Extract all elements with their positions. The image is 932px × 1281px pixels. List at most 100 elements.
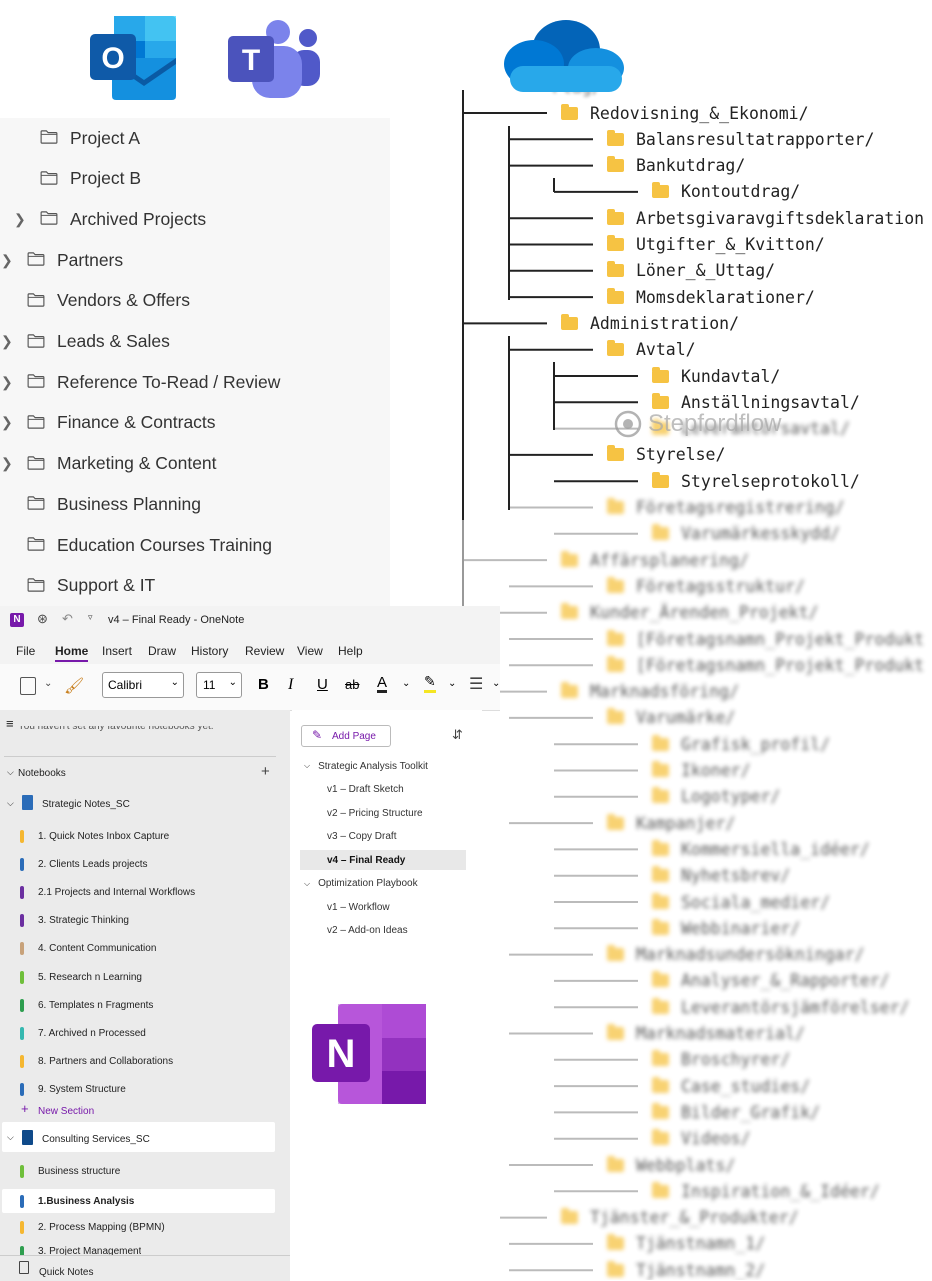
font-size-select[interactable]: 11 ⌄ [196,672,242,698]
folder-item[interactable]: Project B [0,159,390,199]
highlight-icon[interactable]: ✎ [424,674,436,693]
highlight-dropdown-icon[interactable]: ⌄ [448,678,456,689]
menu-home[interactable]: Home [55,644,89,662]
tree-folder-item[interactable]: Löner_&_Uttag/ [607,258,775,284]
add-page-button[interactable]: ✎ Add Page [301,725,391,747]
folder-item[interactable]: ❯ Partners [0,240,390,280]
tree-folder-item[interactable]: Webbplats/ [607,1152,735,1178]
paste-icon[interactable] [20,677,36,695]
section-item[interactable]: 2.1 Projects and Internal Workflows [20,882,195,902]
tree-folder-item[interactable]: Kampanjer/ [607,810,735,836]
font-color-dropdown-icon[interactable]: ⌄ [402,678,410,689]
tree-folder-item[interactable]: Tjänster_&_Produkter/ [561,1205,799,1231]
bullets-icon[interactable]: ☰ [469,674,483,693]
chevron-down-icon[interactable]: ⌵ [304,761,310,771]
chevron-right-icon[interactable]: ❯ [1,333,13,350]
tree-folder-item[interactable]: Redovisning_&_Ekonomi/ [561,100,809,126]
page-group[interactable]: ⌵ Strategic Analysis Toolkit [304,756,428,776]
folder-item[interactable]: ❯ Finance & Contracts [0,403,390,443]
tree-folder-item[interactable]: Analyser_&_Rapporter/ [652,968,890,994]
tree-folder-item[interactable]: Styrelse/ [607,442,725,468]
section-item[interactable]: 9. System Structure [20,1080,126,1100]
font-color-icon[interactable]: A [377,675,388,693]
tree-folder-item[interactable]: Broschyrer/ [652,1047,790,1073]
folder-item[interactable]: Support & IT [0,566,390,606]
tree-folder-item[interactable]: Marknadsundersökningar/ [607,942,864,968]
section-item[interactable]: 7. Archived n Processed [20,1023,146,1043]
sort-pages-icon[interactable]: ⇵ [452,727,463,743]
folder-item[interactable]: ❯ Reference To-Read / Review [0,362,390,402]
menu-help[interactable]: Help [338,644,363,658]
folder-item[interactable]: Vendors & Offers [0,281,390,321]
tree-folder-item[interactable]: Styrelseprotokoll/ [652,468,860,494]
strikethrough-icon[interactable]: ab [345,677,359,692]
tree-folder-item[interactable]: Kontoutdrag/ [652,179,800,205]
section-item[interactable]: Business structure [20,1161,120,1181]
menu-insert[interactable]: Insert [102,644,132,658]
chevron-right-icon[interactable]: ❯ [14,211,26,228]
tree-folder-item[interactable]: Webbinarier/ [652,915,800,941]
section-item[interactable]: 4. Content Communication [20,939,156,959]
tree-folder-item[interactable]: Tjänstnamn_2/ [607,1257,765,1280]
tree-folder-item[interactable]: Företagsregistrering/ [607,495,845,521]
page-item[interactable]: v2 – Add-on Ideas [327,921,408,941]
section-item[interactable]: 6. Templates n Fragments [20,995,153,1015]
bold-icon[interactable]: B [258,676,269,693]
page-item[interactable]: v1 – Workflow [327,897,390,917]
tree-folder-item[interactable]: [Företagsnamn_Projekt_Produkt [607,626,924,652]
section-item[interactable]: 3. Strategic Thinking [20,911,129,931]
tree-folder-item[interactable]: Balansresultatrapporter/ [607,126,874,152]
tree-folder-item[interactable]: Företagsstruktur/ [607,573,805,599]
tree-folder-item[interactable]: Inspiration_&_Idéer/ [652,1178,880,1204]
tree-folder-item[interactable]: Momsdeklarationer/ [607,284,815,310]
tree-folder-item[interactable]: Utgifter_&_Kvitton/ [607,232,825,258]
menu-file[interactable]: File [16,644,35,658]
chevron-down-icon[interactable]: ⌵ [7,767,14,778]
tree-folder-item[interactable]: Arbetsgivaravgiftsdeklaration [607,205,924,231]
chevron-right-icon[interactable]: ❯ [1,252,13,269]
menu-view[interactable]: View [297,644,323,658]
bullets-dropdown-icon[interactable]: ⌄ [492,678,500,689]
tree-folder-item[interactable]: Sociala_medier/ [652,889,830,915]
tree-folder-item[interactable]: [Företagsnamn_Projekt_Produkt [607,652,924,678]
section-item[interactable]: 1.Business Analysis [2,1189,275,1214]
tree-folder-item[interactable]: Tjänstnamn_1/ [607,1231,765,1257]
back-button[interactable]: ⊛ [37,611,48,627]
section-item[interactable]: 5. Research n Learning [20,967,142,987]
menu-history[interactable]: History [191,644,228,658]
paste-dropdown-icon[interactable]: ⌄ [44,678,52,689]
folder-item[interactable]: Education Courses Training [0,525,390,565]
page-item[interactable]: v2 – Pricing Structure [327,803,423,823]
font-name-select[interactable]: Calibri ⌄ [102,672,184,698]
notebook-consulting-services[interactable]: Consulting Services_SC [42,1134,150,1145]
underline-icon[interactable]: U [317,676,328,693]
page-item[interactable]: v3 – Copy Draft [327,827,396,847]
folder-item[interactable]: ❯ Marketing & Content [0,444,390,484]
tree-folder-item[interactable]: Logotyper/ [652,784,780,810]
section-item[interactable]: 8. Partners and Collaborations [20,1052,173,1072]
tree-folder-item[interactable]: Bilder_Grafik/ [652,1099,820,1125]
format-painter-icon[interactable]: 🖌 [64,676,84,695]
chevron-right-icon[interactable]: ❯ [1,414,13,431]
tree-folder-item[interactable]: Case_studies/ [652,1073,810,1099]
tree-folder-item[interactable]: Ikoner/ [652,758,751,784]
menu-review[interactable]: Review [245,644,284,658]
chevron-down-icon[interactable]: ⌵ [304,879,310,889]
add-notebook-button[interactable]: + [261,763,270,780]
quick-notes-icon[interactable] [19,1261,29,1274]
tree-folder-item[interactable]: Leverantörsjämförelser/ [652,994,909,1020]
tree-folder-item[interactable]: Kunder_Ärenden_Projekt/ [561,600,818,626]
tree-folder-item[interactable]: Varumärkesskydd/ [652,521,840,547]
folder-item[interactable]: ❯ Leads & Sales [0,322,390,362]
new-section-button[interactable]: New Section [38,1106,94,1117]
folder-item[interactable]: Business Planning [0,484,390,524]
tree-folder-item[interactable]: Varumärke/ [607,705,735,731]
tree-folder-item[interactable]: Bankutdrag/ [607,153,745,179]
folder-item[interactable]: ❯ Archived Projects [0,199,390,239]
section-item[interactable]: 1. Quick Notes Inbox Capture [20,826,169,846]
new-section-plus-icon[interactable]: + [21,1101,29,1116]
quick-notes-label[interactable]: Quick Notes [39,1267,93,1278]
tree-folder-item[interactable]: Nyhetsbrev/ [652,863,790,889]
tree-folder-item[interactable]: Videos/ [652,1126,751,1152]
tree-folder-item[interactable]: Administration/ [561,310,739,336]
